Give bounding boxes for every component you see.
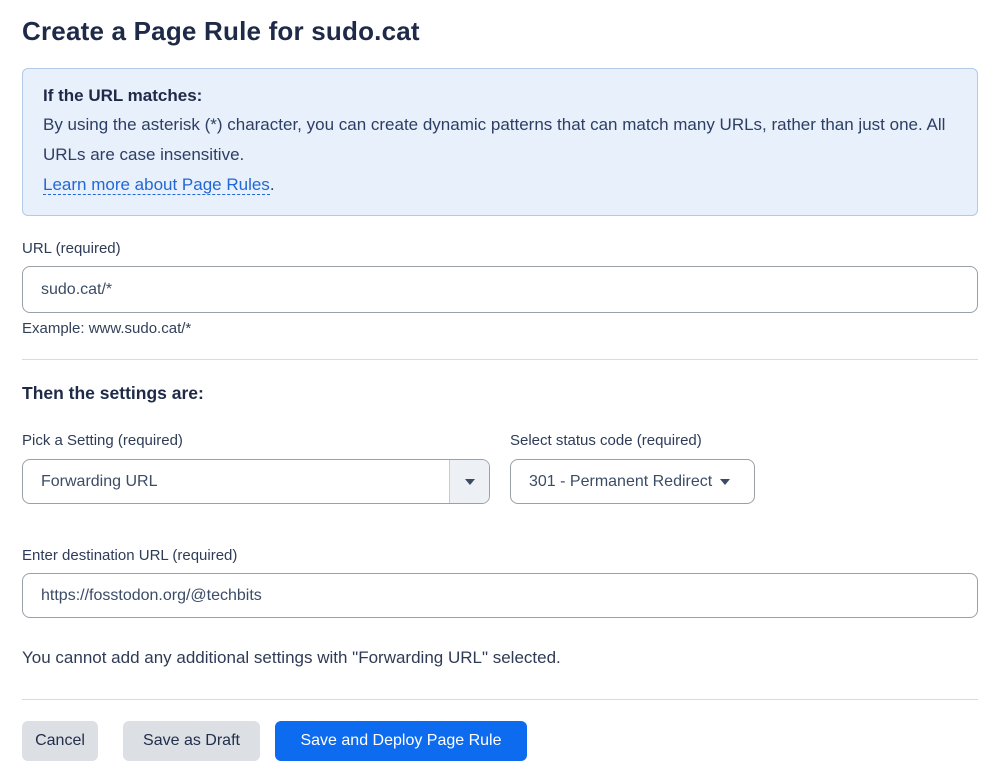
info-panel-link-line: Learn more about Page Rules. (43, 170, 957, 200)
url-match-info-panel: If the URL matches: By using the asteris… (22, 68, 978, 216)
status-code-select[interactable]: 301 - Permanent Redirect (510, 459, 755, 504)
url-example-helper: Example: www.sudo.cat/* (22, 320, 192, 337)
settings-section-heading: Then the settings are: (22, 383, 204, 403)
save-and-deploy-button[interactable]: Save and Deploy Page Rule (275, 721, 527, 761)
status-select-label: Select status code (required) (510, 432, 702, 449)
chevron-down-icon (720, 478, 731, 485)
setting-select[interactable]: Forwarding URL (22, 459, 490, 504)
status-code-select-value: 301 - Permanent Redirect (529, 472, 713, 490)
setting-select-value: Forwarding URL (41, 472, 158, 490)
info-panel-body: By using the asterisk (*) character, you… (43, 115, 946, 164)
setting-select-arrow-section[interactable] (449, 460, 489, 503)
setting-select-label: Pick a Setting (required) (22, 432, 183, 449)
info-panel-heading: If the URL matches: (43, 86, 203, 105)
destination-url-input[interactable] (22, 573, 978, 618)
forwarding-url-note: You cannot add any additional settings w… (22, 648, 561, 667)
setting-select-group: Pick a Setting (required) Forwarding URL (22, 431, 490, 504)
status-select-group: Select status code (required) 301 - Perm… (510, 431, 755, 504)
footer-action-bar: Cancel Save as Draft Save and Deploy Pag… (22, 721, 978, 761)
cancel-button[interactable]: Cancel (22, 721, 98, 761)
url-input[interactable] (22, 266, 978, 313)
chevron-down-icon (464, 478, 475, 485)
save-as-draft-button[interactable]: Save as Draft (123, 721, 260, 761)
link-suffix: . (269, 175, 275, 194)
destination-field-label: Enter destination URL (required) (22, 547, 238, 564)
page-title: Create a Page Rule for sudo.cat (22, 16, 420, 46)
learn-more-link[interactable]: Learn more about Page Rules (43, 175, 270, 195)
settings-selects-row: Pick a Setting (required) Forwarding URL… (22, 431, 978, 504)
url-field-label: URL (required) (22, 240, 121, 257)
section-divider-top (22, 359, 978, 360)
page-rule-form: Create a Page Rule for sudo.cat If the U… (0, 0, 1000, 761)
section-divider-bottom (22, 699, 978, 700)
